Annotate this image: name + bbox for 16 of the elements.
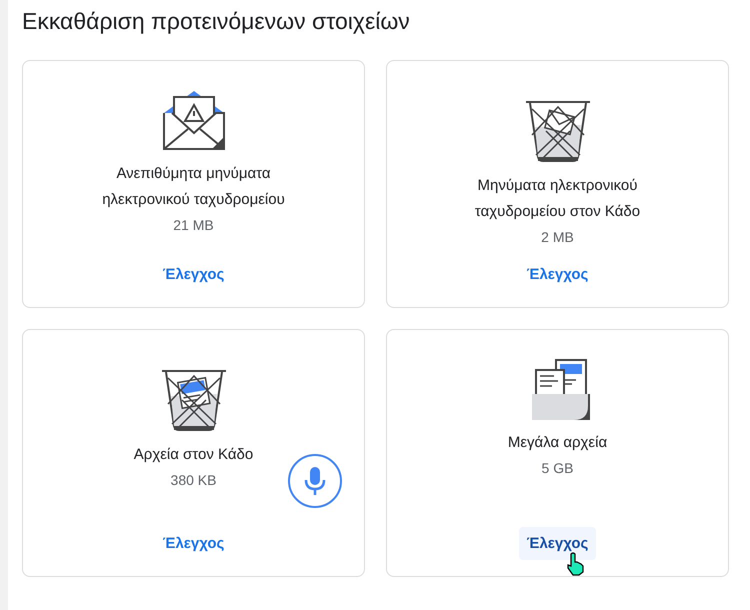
size-label: 2 MB bbox=[541, 228, 574, 247]
card-title: Ανεπιθύμητα μηνύματα ηλεκτρονικού ταχυδρομείου bbox=[101, 164, 286, 210]
size-label: 21 MB bbox=[173, 216, 214, 235]
review-button[interactable]: Έλεγχος bbox=[518, 258, 596, 291]
section-title: Εκκαθάριση προτεινόμενων στοιχείων bbox=[22, 8, 411, 35]
review-button[interactable]: Έλεγχος bbox=[518, 527, 596, 560]
microphone-button[interactable] bbox=[288, 454, 342, 508]
microphone-icon bbox=[304, 466, 326, 496]
card-title: Μηνύματα ηλεκτρονικού ταχυδρομείου στον Κάδο bbox=[474, 176, 642, 222]
card-title: Μεγάλα αρχεία bbox=[506, 433, 608, 453]
review-button[interactable]: Έλεγχος bbox=[154, 527, 232, 560]
size-label: 380 KB bbox=[170, 471, 216, 490]
card-title: Αρχεία στον Κάδο bbox=[132, 445, 254, 465]
size-label: 5 GB bbox=[542, 459, 574, 478]
review-button[interactable]: Έλεγχος bbox=[154, 258, 232, 291]
hand-cursor-icon bbox=[565, 552, 585, 576]
